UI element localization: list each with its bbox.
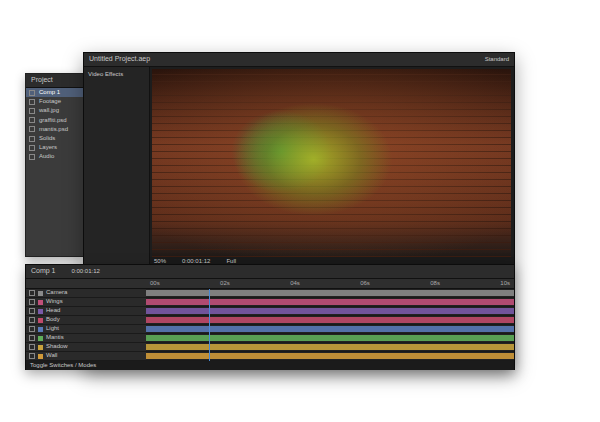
project-item[interactable]: wall.jpg	[26, 106, 84, 115]
track-row	[146, 334, 514, 343]
project-panel: Project Comp 1Footagewall.jpggraffiti.psd…	[25, 73, 85, 257]
label-swatch	[38, 291, 43, 296]
layer-row[interactable]: Shadow	[26, 343, 146, 352]
layer-row[interactable]: Head	[26, 307, 146, 316]
ruler-tick: 04s	[290, 279, 300, 288]
label-swatch	[38, 354, 43, 359]
file-icon	[29, 145, 35, 151]
playhead[interactable]	[209, 289, 210, 361]
tracks	[146, 289, 514, 361]
layer-name: Light	[46, 325, 59, 332]
timeline-timecode: 0:00:01:12	[72, 268, 100, 275]
ruler-tick: 02s	[220, 279, 230, 288]
track-row	[146, 343, 514, 352]
label-swatch	[38, 345, 43, 350]
track-row	[146, 316, 514, 325]
visibility-icon[interactable]	[29, 335, 35, 341]
track-row	[146, 352, 514, 361]
layer-row[interactable]: Mantis	[26, 334, 146, 343]
layer-bar[interactable]	[146, 317, 514, 323]
label-swatch	[38, 327, 43, 332]
project-header: Project	[26, 74, 84, 88]
project-item[interactable]: Audio	[26, 152, 84, 161]
project-item[interactable]: Footage	[26, 97, 84, 106]
label-swatch	[38, 318, 43, 323]
layer-bar[interactable]	[146, 326, 514, 332]
layer-bar[interactable]	[146, 335, 514, 341]
layer-name: Camera	[46, 289, 67, 296]
label-swatch	[38, 336, 43, 341]
label-swatch	[38, 300, 43, 305]
project-title: Project	[31, 76, 53, 84]
layer-bar[interactable]	[146, 299, 514, 305]
workspace-menu[interactable]: Standard	[485, 56, 509, 63]
window-title: Untitled Project.aep	[89, 55, 150, 63]
timeline-panel: Comp 1 0:00:01:12 Camera Wings Head Body Light…	[25, 264, 515, 370]
layer-name: Wall	[46, 352, 57, 359]
ruler-tick: 00s	[150, 279, 160, 288]
track-row	[146, 325, 514, 334]
visibility-icon[interactable]	[29, 317, 35, 323]
label-swatch	[38, 309, 43, 314]
layer-bar[interactable]	[146, 290, 514, 296]
layer-list: Camera Wings Head Body Light Mantis Shadow Wall	[26, 279, 146, 361]
layer-row[interactable]: Light	[26, 325, 146, 334]
layer-row[interactable]: Wall	[26, 352, 146, 361]
project-item[interactable]: Comp 1	[26, 88, 84, 97]
title-bar: Untitled Project.aep Standard	[84, 53, 514, 67]
visibility-icon[interactable]	[29, 299, 35, 305]
layer-name: Mantis	[46, 334, 64, 341]
file-icon	[29, 108, 35, 114]
track-area: 00s 02s 04s 06s 08s 10s	[146, 279, 514, 361]
visibility-icon[interactable]	[29, 344, 35, 350]
layer-bar[interactable]	[146, 308, 514, 314]
file-icon	[29, 136, 35, 142]
effects-title: Video Effects	[88, 71, 145, 78]
visibility-icon[interactable]	[29, 308, 35, 314]
layer-name: Body	[46, 316, 60, 323]
visibility-icon[interactable]	[29, 353, 35, 359]
track-row	[146, 298, 514, 307]
ruler-tick: 08s	[430, 279, 440, 288]
layer-bar[interactable]	[146, 353, 514, 359]
viewer-image	[152, 69, 511, 257]
file-icon	[29, 90, 35, 96]
file-icon	[29, 99, 35, 105]
timeline-footer: Toggle Switches / Modes	[26, 361, 514, 370]
layer-row[interactable]: Wings	[26, 298, 146, 307]
project-item[interactable]: Solids	[26, 134, 84, 143]
track-row	[146, 307, 514, 316]
layer-name: Wings	[46, 298, 63, 305]
time-ruler[interactable]: 00s 02s 04s 06s 08s 10s	[146, 279, 514, 289]
project-item[interactable]: Layers	[26, 143, 84, 152]
timeline-header: Comp 1 0:00:01:12	[26, 265, 514, 279]
file-icon	[29, 126, 35, 132]
timeline-grid: Camera Wings Head Body Light Mantis Shadow Wall…	[26, 279, 514, 361]
ruler-tick: 10s	[500, 279, 510, 288]
project-item[interactable]: mantis.psd	[26, 125, 84, 134]
visibility-icon[interactable]	[29, 326, 35, 332]
file-icon	[29, 154, 35, 160]
track-row	[146, 289, 514, 298]
layer-row[interactable]: Body	[26, 316, 146, 325]
visibility-icon[interactable]	[29, 290, 35, 296]
layer-row[interactable]: Camera	[26, 289, 146, 298]
file-icon	[29, 117, 35, 123]
comp-tab[interactable]: Comp 1	[31, 267, 56, 275]
modes-toggle[interactable]: Toggle Switches / Modes	[30, 362, 96, 369]
layer-list-header	[26, 279, 146, 289]
project-item[interactable]: graffiti.psd	[26, 116, 84, 125]
layer-bar[interactable]	[146, 344, 514, 350]
ruler-tick: 06s	[360, 279, 370, 288]
layer-name: Shadow	[46, 343, 68, 350]
layer-name: Head	[46, 307, 60, 314]
